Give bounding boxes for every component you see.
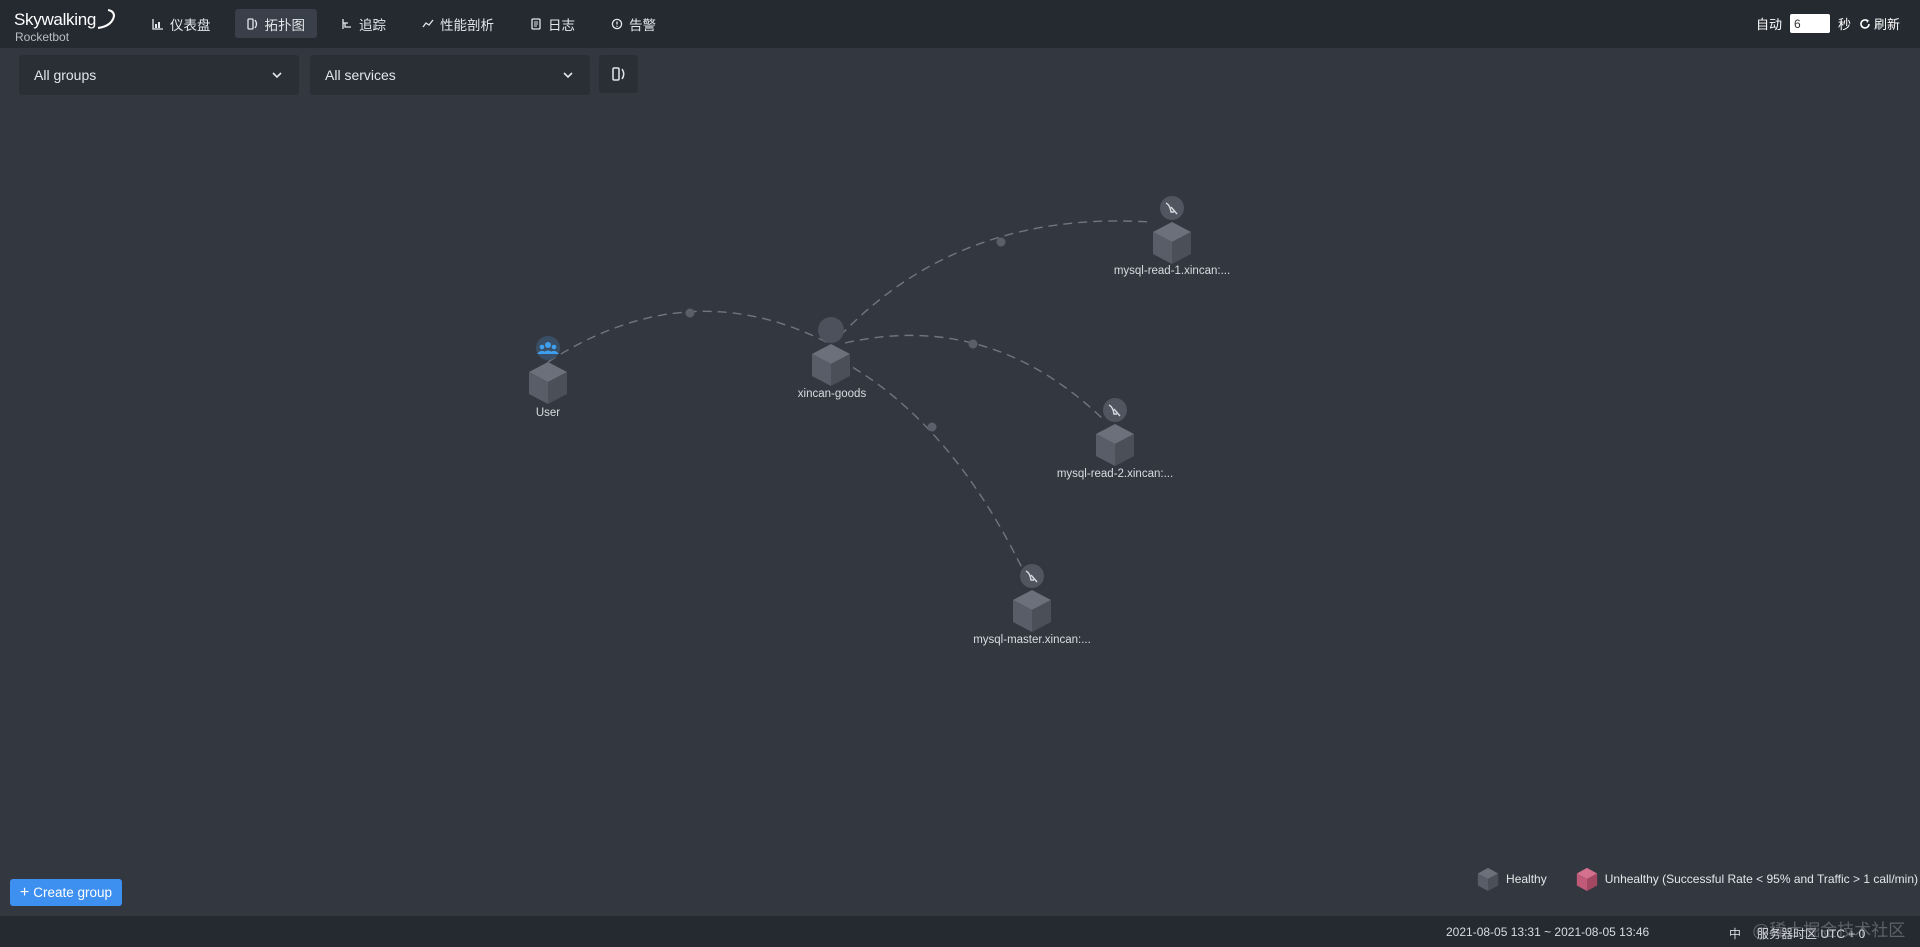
- nav-label: 性能剖析: [440, 17, 494, 33]
- node-user[interactable]: User: [529, 336, 567, 419]
- group-select-value: All groups: [34, 67, 97, 83]
- node-xincan-goods[interactable]: xincan-goods: [798, 317, 867, 400]
- create-group-label: Create group: [33, 885, 113, 900]
- chevron-down-icon: [272, 72, 282, 79]
- edge-midpoint[interactable]: [685, 308, 695, 318]
- seconds-label: 秒: [1837, 17, 1851, 32]
- service-select[interactable]: All services: [310, 55, 590, 95]
- edge-midpoint[interactable]: [927, 422, 937, 432]
- nav-profile[interactable]: 性能剖析: [410, 9, 506, 38]
- language-toggle[interactable]: 中: [1729, 925, 1741, 942]
- refresh-button[interactable]: 刷新: [1859, 14, 1900, 33]
- auto-label: 自动: [1755, 17, 1782, 32]
- auto-interval-input[interactable]: [1789, 14, 1830, 33]
- nav-trace[interactable]: 追踪: [329, 9, 398, 38]
- health-legend: Healthy Unhealthy (Successful Rate < 95%…: [1448, 866, 1918, 892]
- alarm-icon: [611, 18, 623, 29]
- node-mysql-read-2[interactable]: mysql-read-2.xincan:...: [1057, 398, 1173, 480]
- group-select[interactable]: All groups: [19, 55, 299, 95]
- node-label: mysql-master.xincan:...: [973, 634, 1091, 646]
- top-header: Skywalking Rocketbot 仪表盘 拓扑图 追踪 性能剖析 日志: [0, 0, 1920, 48]
- main-nav: 仪表盘 拓扑图 追踪 性能剖析 日志 告警: [140, 9, 680, 38]
- service-icon: [818, 317, 844, 343]
- legend-unhealthy-label: Unhealthy (Successful Rate < 95% and Tra…: [1604, 872, 1918, 886]
- service-select-value: All services: [325, 67, 396, 83]
- nav-label: 告警: [629, 17, 656, 33]
- nav-label: 拓扑图: [264, 17, 306, 33]
- refresh-label: 刷新: [1873, 17, 1900, 32]
- node-mysql-read-1[interactable]: mysql-read-1.xincan:...: [1114, 196, 1230, 277]
- node-label: mysql-read-2.xincan:...: [1057, 468, 1173, 480]
- plus-icon: +: [19, 883, 30, 901]
- logo-sub: Rocketbot: [15, 30, 70, 44]
- chevron-down-icon: [563, 72, 573, 79]
- unhealthy-cube-icon: [1576, 867, 1597, 891]
- legend-healthy: Healthy: [1476, 866, 1547, 892]
- legend-unhealthy: Unhealthy (Successful Rate < 95% and Tra…: [1575, 866, 1918, 892]
- refresh-icon: [1860, 18, 1870, 29]
- topology-icon: [611, 67, 624, 81]
- auto-refresh-controls: 自动 秒 刷新: [1756, 14, 1900, 33]
- topology-icon: [246, 17, 257, 30]
- edge-goods-master[interactable]: [839, 359, 1025, 573]
- nav-label: 仪表盘: [170, 17, 211, 33]
- nav-label: 追踪: [359, 17, 386, 33]
- node-mysql-master[interactable]: mysql-master.xincan:...: [973, 564, 1091, 646]
- node-label: mysql-read-1.xincan:...: [1114, 265, 1230, 277]
- node-label: xincan-goods: [798, 388, 867, 400]
- edge-user-goods[interactable]: [547, 310, 833, 363]
- nav-log[interactable]: 日志: [518, 9, 587, 38]
- nav-topology[interactable]: 拓扑图: [234, 9, 317, 38]
- node-label: User: [536, 407, 560, 419]
- log-icon: [531, 17, 541, 30]
- topology-canvas[interactable]: User xincan-goods mysql-read-1.xincan:..…: [0, 96, 1920, 916]
- watermark: @稀土掘金技术社区: [1752, 921, 1906, 940]
- profile-icon: [422, 19, 434, 27]
- topology-view-button[interactable]: [599, 55, 638, 93]
- healthy-cube-icon: [1477, 867, 1499, 891]
- create-group-button[interactable]: + Create group: [10, 879, 122, 906]
- logo[interactable]: Skywalking Rocketbot: [14, 8, 116, 44]
- footer-bar: 2021-08-05 13:31 ~ 2021-08-05 13:46 中 服务…: [0, 916, 1920, 947]
- legend-healthy-label: Healthy: [1506, 872, 1547, 886]
- logo-main: Skywalking: [14, 10, 97, 29]
- edge-goods-read1[interactable]: [839, 220, 1151, 337]
- edge-midpoint[interactable]: [968, 339, 978, 349]
- nav-label: 日志: [548, 17, 575, 33]
- logo-arc-icon: [97, 9, 116, 29]
- trace-icon: [342, 18, 351, 29]
- time-range[interactable]: 2021-08-05 13:31 ~ 2021-08-05 13:46: [1446, 925, 1649, 939]
- chart-icon: [152, 18, 163, 30]
- nav-alarm[interactable]: 告警: [599, 9, 668, 38]
- nav-dashboard[interactable]: 仪表盘: [140, 9, 223, 38]
- edge-midpoint[interactable]: [996, 237, 1006, 247]
